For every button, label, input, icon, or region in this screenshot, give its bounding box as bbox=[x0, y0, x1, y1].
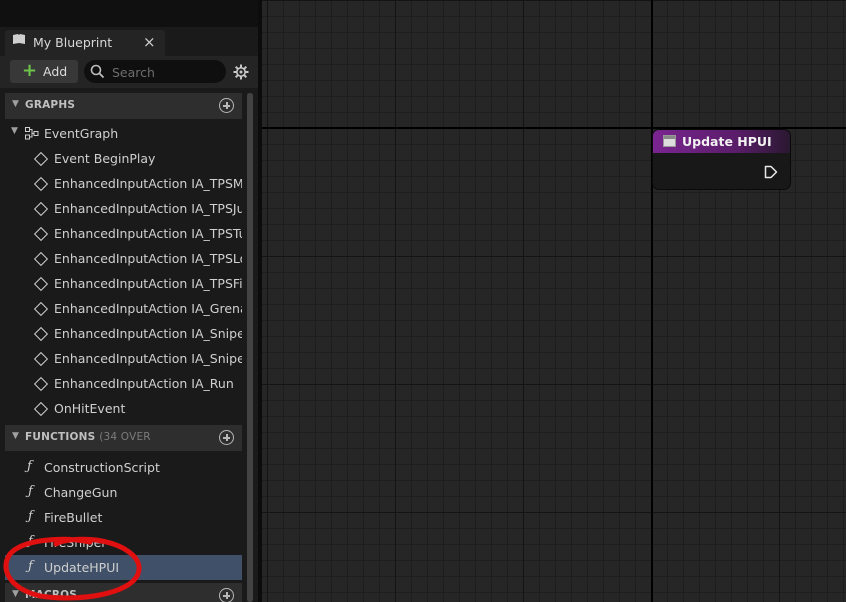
gear-icon[interactable] bbox=[233, 64, 249, 80]
event-item[interactable]: EnhancedInputAction IA_SniperGun bbox=[5, 321, 242, 346]
collapse-caret-icon: ▼ bbox=[12, 589, 19, 599]
function-item[interactable]: ƒ ConstructionScript bbox=[5, 455, 242, 480]
functions-override-count: (34 OVER bbox=[99, 431, 151, 443]
graph-icon bbox=[25, 127, 39, 140]
function-icon: ƒ bbox=[28, 534, 33, 549]
function-icon: ƒ bbox=[28, 509, 33, 524]
node-title: Update HPUI bbox=[682, 134, 772, 149]
event-label: OnHitEvent bbox=[54, 401, 126, 416]
event-label: Event BeginPlay bbox=[54, 151, 156, 166]
panel-top-bar bbox=[0, 0, 262, 27]
event-item[interactable]: EnhancedInputAction IA_TPSFire bbox=[5, 271, 242, 296]
collapse-caret-icon: ▼ bbox=[12, 99, 19, 109]
event-item[interactable]: EnhancedInputAction IA_TPSLookUp bbox=[5, 246, 242, 271]
function-label: FireBullet bbox=[44, 510, 103, 525]
event-icon bbox=[33, 351, 49, 367]
blueprint-tree: ▼ GRAPHS ▼ EventGraph Event BeginPlay En… bbox=[5, 93, 242, 602]
tree-item-label: EventGraph bbox=[44, 126, 119, 141]
graphs-section-title: GRAPHS bbox=[25, 99, 76, 111]
event-item[interactable]: EnhancedInputAction IA_GrenadeGun bbox=[5, 296, 242, 321]
function-call-icon bbox=[663, 135, 676, 147]
panel-toolbar: + Add bbox=[0, 56, 262, 88]
event-label: EnhancedInputAction IA_Run bbox=[54, 376, 234, 391]
function-label: ChangeGun bbox=[44, 485, 118, 500]
event-icon bbox=[33, 151, 49, 167]
event-icon bbox=[33, 301, 49, 317]
function-label: ConstructionScript bbox=[44, 460, 160, 475]
add-button[interactable]: + Add bbox=[10, 60, 78, 83]
collapse-caret-icon: ▼ bbox=[12, 431, 19, 441]
event-item[interactable]: OnHitEvent bbox=[5, 396, 242, 421]
event-icon bbox=[33, 401, 49, 417]
search-input[interactable] bbox=[110, 63, 222, 81]
collapse-caret-icon: ▼ bbox=[11, 126, 18, 136]
function-item[interactable]: ƒ ChangeGun bbox=[5, 480, 242, 505]
functions-section-header[interactable]: ▼ FUNCTIONS (34 OVER bbox=[5, 425, 242, 451]
event-label: EnhancedInputAction IA_TPSTurn bbox=[54, 226, 242, 241]
event-icon bbox=[33, 201, 49, 217]
event-item[interactable]: EnhancedInputAction IA_TPSMove bbox=[5, 171, 242, 196]
add-macro-icon[interactable] bbox=[219, 588, 234, 602]
construction-function-icon: ƒ bbox=[27, 459, 32, 474]
event-label: EnhancedInputAction IA_TPSMove bbox=[54, 176, 242, 191]
event-label: EnhancedInputAction IA_SniperGun bbox=[54, 326, 242, 341]
function-label: FireSniper bbox=[44, 535, 107, 550]
function-item-selected[interactable]: ƒ UpdateHPUI bbox=[5, 555, 242, 580]
event-label: EnhancedInputAction IA_SniperScope bbox=[54, 351, 242, 366]
exec-output-pin-icon[interactable] bbox=[764, 165, 778, 179]
add-graph-icon[interactable] bbox=[219, 98, 234, 113]
functions-section-title: FUNCTIONS (34 OVER bbox=[25, 431, 151, 443]
event-item[interactable]: EnhancedInputAction IA_TPSJump bbox=[5, 196, 242, 221]
event-label: EnhancedInputAction IA_TPSLookUp bbox=[54, 251, 242, 266]
graphs-section-header[interactable]: ▼ GRAPHS bbox=[5, 93, 242, 119]
macros-section-title: MACROS bbox=[25, 589, 78, 601]
event-icon bbox=[33, 326, 49, 342]
search-icon bbox=[90, 64, 105, 79]
my-blueprint-panel: My Blueprint × + Add Search ▼ GRAPHS ▼ E… bbox=[0, 0, 262, 602]
function-label: UpdateHPUI bbox=[44, 560, 120, 575]
macros-section-header[interactable]: ▼ MACROS bbox=[5, 583, 242, 602]
event-label: EnhancedInputAction IA_TPSJump bbox=[54, 201, 242, 216]
close-icon[interactable]: × bbox=[143, 33, 156, 51]
function-icon: ƒ bbox=[28, 559, 33, 574]
event-icon bbox=[33, 251, 49, 267]
event-icon bbox=[33, 276, 49, 292]
event-label: EnhancedInputAction IA_GrenadeGun bbox=[54, 301, 242, 316]
add-function-icon[interactable] bbox=[219, 430, 234, 445]
function-item[interactable]: ƒ FireSniper bbox=[5, 530, 242, 555]
event-icon bbox=[33, 226, 49, 242]
event-label: EnhancedInputAction IA_TPSFire bbox=[54, 276, 242, 291]
function-item[interactable]: ƒ FireBullet bbox=[5, 505, 242, 530]
scrollbar-thumb[interactable] bbox=[247, 93, 253, 602]
event-icon bbox=[33, 176, 49, 192]
graph-canvas[interactable] bbox=[262, 0, 846, 602]
graph-origin-axis-horizontal bbox=[262, 127, 846, 129]
add-button-label: Add bbox=[43, 64, 68, 79]
book-icon bbox=[13, 34, 25, 44]
event-item[interactable]: EnhancedInputAction IA_SniperScope bbox=[5, 346, 242, 371]
event-icon bbox=[33, 376, 49, 392]
update-hpui-node[interactable]: Update HPUI bbox=[653, 130, 790, 189]
tree-item-eventgraph[interactable]: ▼ EventGraph bbox=[5, 121, 242, 146]
tab-my-blueprint[interactable]: My Blueprint × bbox=[5, 30, 165, 56]
plus-icon: + bbox=[22, 60, 38, 81]
search-box[interactable] bbox=[84, 60, 226, 83]
event-item[interactable]: Event BeginPlay bbox=[5, 146, 242, 171]
graph-origin-axis-vertical bbox=[651, 0, 653, 602]
tab-title: My Blueprint bbox=[33, 35, 113, 50]
function-icon: ƒ bbox=[28, 484, 33, 499]
event-item[interactable]: EnhancedInputAction IA_TPSTurn bbox=[5, 221, 242, 246]
node-header: Update HPUI bbox=[653, 130, 790, 153]
event-item[interactable]: EnhancedInputAction IA_Run bbox=[5, 371, 242, 396]
panel-scrollbar[interactable] bbox=[247, 93, 253, 602]
